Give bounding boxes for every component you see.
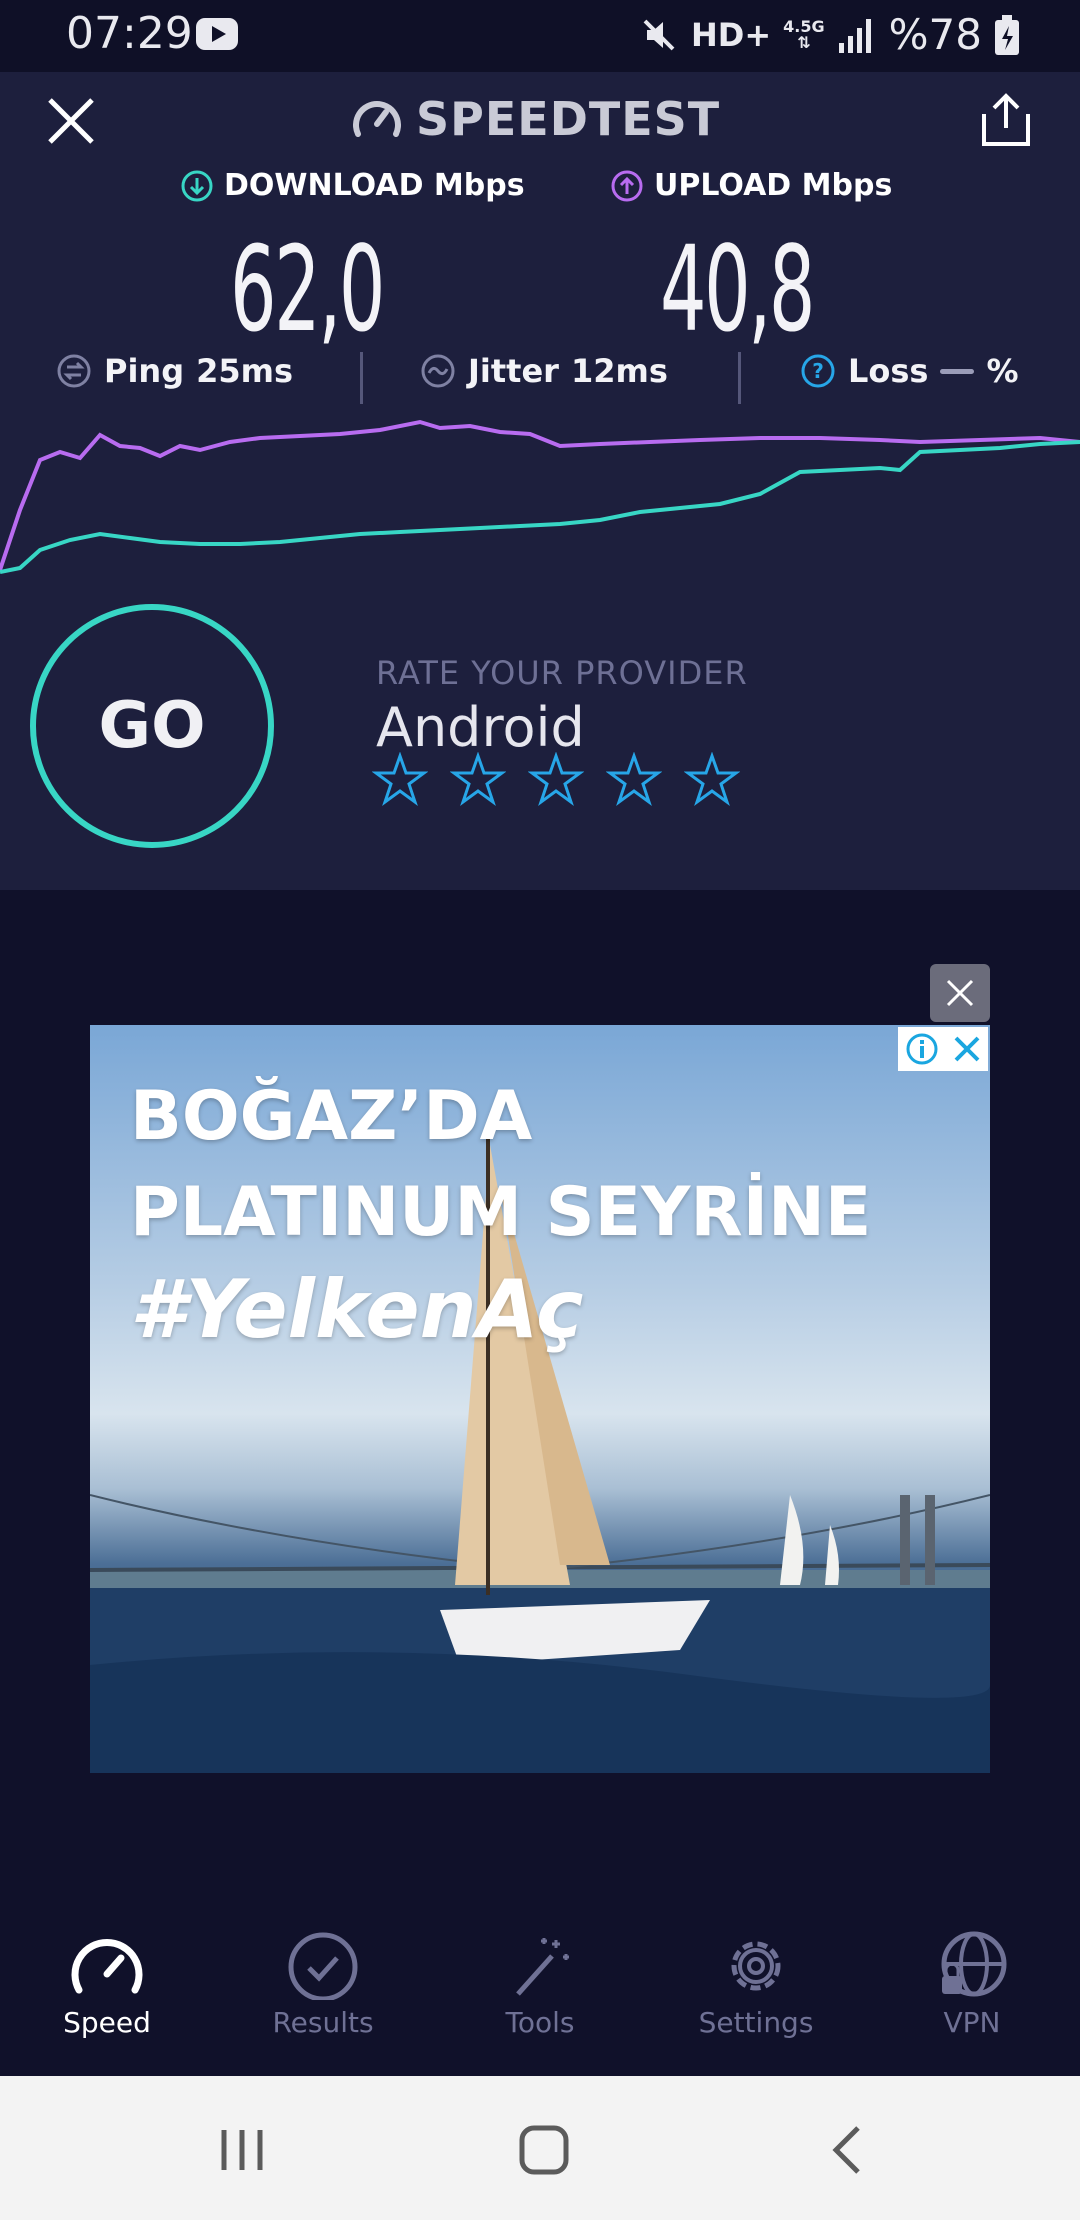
loss-stat: ? Loss % [800,352,1019,390]
jitter-value: 12ms [570,352,668,390]
check-circle-icon [288,1932,358,2000]
star-icon[interactable] [528,752,584,808]
download-header: DOWNLOAD Mbps [180,168,525,203]
upload-header: UPLOAD Mbps [610,168,892,203]
rate-provider-title: RATE YOUR PROVIDER [376,654,748,692]
ad-headline-2: PLATINUM SEYRİNE [130,1173,872,1252]
app-brand: SPEEDTEST [352,92,720,146]
app-title: SPEEDTEST [416,92,721,146]
mute-icon [643,19,675,50]
ad-banner[interactable]: BOĞAZ’DA PLATINUM SEYRİNE #YelkenAç [90,1025,990,1773]
magic-wand-icon [516,1938,569,1996]
ad-headline-1: BOĞAZ’DA [130,1077,533,1156]
upload-arrow-icon [611,170,643,201]
bottom-tab-bar: Speed Results Tools Settings VPN [0,1910,1080,2076]
rating-stars [372,752,740,808]
star-icon[interactable] [684,752,740,808]
speedometer-logo-icon [353,101,401,137]
close-icon[interactable] [46,96,96,146]
tab-vpn[interactable]: VPN [882,1930,1062,2039]
hd-label: HD+ [691,15,772,54]
share-icon[interactable] [980,92,1032,148]
provider-name: Android [376,696,585,759]
ping-value: 25ms [196,352,294,390]
download-arrow-icon [181,170,213,201]
home-icon[interactable] [514,2120,574,2180]
ping-stat: Ping 25ms [56,352,293,390]
tab-label: VPN [943,2006,1001,2039]
ad-hashtag: #YelkenAç [130,1263,584,1356]
network-type: 4.5G ⇅ [783,16,825,52]
info-icon[interactable] [905,1032,939,1066]
ad-close-button[interactable] [930,964,990,1022]
stat-divider [738,352,741,404]
system-nav-bar [0,2076,1080,2220]
jitter-stat: Jitter 12ms [420,352,668,390]
jitter-icon [421,354,455,388]
loss-value: % [986,352,1019,390]
jitter-label: Jitter [468,352,559,390]
tab-label: Tools [505,2006,575,2039]
status-bar: 07:29 HD+ 4.5G ⇅ %78 [0,0,1080,72]
tab-results[interactable]: Results [233,1930,413,2039]
ping-label: Ping [104,352,185,390]
help-icon[interactable]: ? [800,353,836,389]
loss-label: Loss [848,352,929,390]
download-label: DOWNLOAD Mbps [224,168,525,203]
go-button[interactable]: GO [30,604,274,848]
status-time: 07:29 [66,8,193,59]
speed-graph [0,419,1080,574]
youtube-icon [196,18,238,50]
battery-icon [995,14,1019,55]
download-value: 62,0 [230,220,385,358]
star-icon[interactable] [606,752,662,808]
upload-value: 40,8 [660,220,815,358]
battery-percent: %78 [888,10,982,59]
tab-label: Settings [698,2006,814,2039]
signal-icon [838,18,871,53]
ad-choices[interactable] [898,1027,988,1071]
tab-speed[interactable]: Speed [17,1930,197,2039]
upload-graph-line [0,419,1080,571]
back-icon[interactable] [818,2120,878,2180]
speedometer-icon [71,1939,143,1994]
svg-text:?: ? [812,359,824,383]
tab-settings[interactable]: Settings [666,1930,846,2039]
tab-label: Results [272,2006,374,2039]
close-icon[interactable] [952,1034,982,1064]
globe-lock-icon [941,1931,1007,1997]
recent-apps-icon[interactable] [212,2120,272,2180]
tab-label: Speed [63,2006,151,2039]
loss-dash [940,368,975,374]
upload-label: UPLOAD Mbps [654,168,893,203]
tab-tools[interactable]: Tools [450,1930,630,2039]
stat-divider [360,352,363,404]
ping-icon [57,354,91,388]
download-graph-line [0,440,1080,574]
star-icon[interactable] [372,752,428,808]
star-icon[interactable] [450,752,506,808]
network-label: 4.5G [783,16,825,36]
status-icons: HD+ 4.5G ⇅ %78 [639,10,1020,59]
gear-icon [731,1941,781,1991]
